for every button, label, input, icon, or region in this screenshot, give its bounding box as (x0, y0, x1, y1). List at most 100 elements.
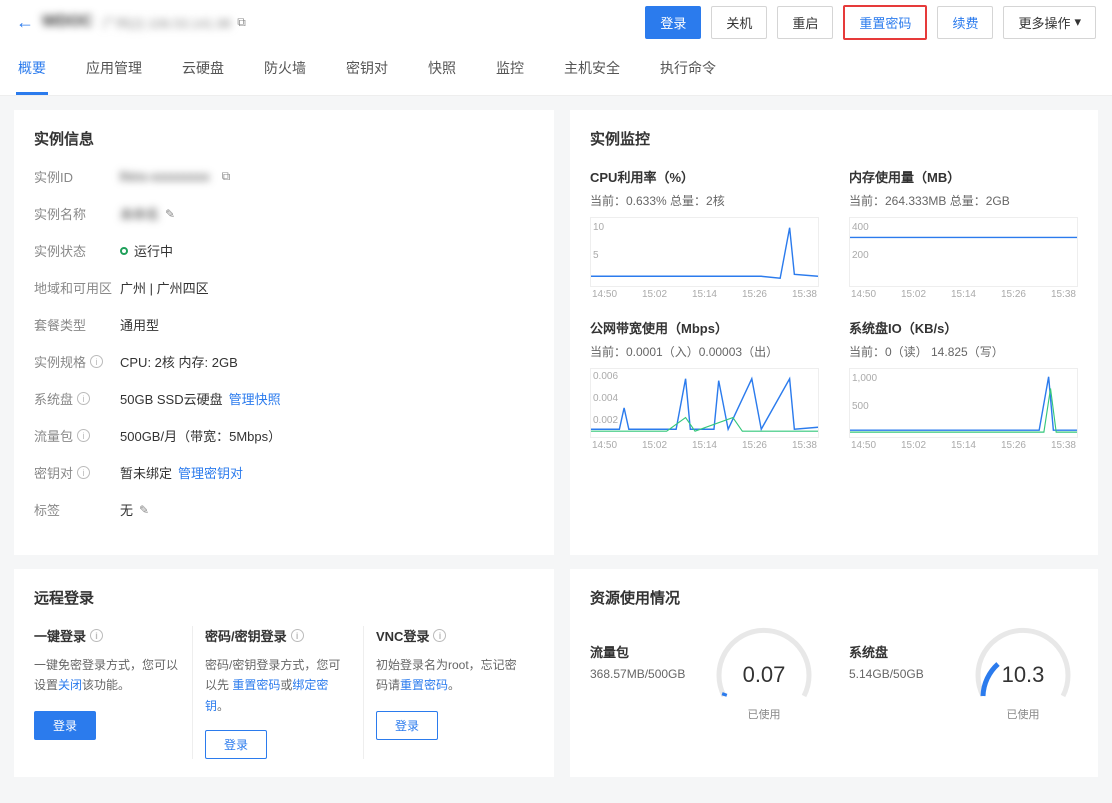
renew-button[interactable]: 续费 (937, 6, 993, 39)
disk-resource: 系统盘 5.14GB/50GB 10.3 已使用 (849, 626, 1078, 696)
label-id: 实例ID (34, 167, 120, 186)
link[interactable]: 重置密码 (400, 678, 448, 692)
disk-used-label: 已使用 (968, 706, 1078, 722)
label-key: 密钥对i (34, 463, 120, 482)
login-col-1: 密码/密钥登录 i 密码/密钥登录方式，您可以先 重置密码或绑定密钥。 登录 (205, 626, 364, 759)
login-col-title: 一键登录 i (34, 626, 180, 645)
login-col-2: VNC登录 i 初始登录名为root，忘记密码请重置密码。 登录 (376, 626, 534, 759)
value-disk: 50GB SSD云硬盘 (120, 389, 223, 408)
back-icon[interactable]: ← (16, 12, 34, 33)
tab-keypair[interactable]: 密钥对 (344, 44, 390, 95)
link[interactable]: 重置密码 (232, 678, 280, 692)
restart-button[interactable]: 重启 (777, 6, 833, 39)
value-status: 运行中 (134, 241, 173, 260)
disk-val: 5.14GB/50GB (849, 667, 954, 681)
resource-title: 资源使用情况 (590, 587, 1078, 608)
copy-icon[interactable]: ⧉ (237, 15, 246, 30)
label-spec: 实例规格i (34, 352, 120, 371)
resource-card: 资源使用情况 流量包 368.57MB/500GB 0.07 已使用 系统盘 5… (570, 569, 1098, 777)
tab-app[interactable]: 应用管理 (84, 44, 144, 95)
mem-chart: 内存使用量（MB） 当前：264.333MB 总量：2GB 400200 14:… (849, 167, 1078, 300)
flow-percent: 0.07 (709, 662, 819, 688)
cpu-label: CPU利用率（%） (590, 167, 819, 186)
login-col-btn[interactable]: 登录 (376, 711, 438, 740)
tabs-bar: 概要 应用管理 云硬盘 防火墙 密钥对 快照 监控 主机安全 执行命令 (0, 44, 1112, 96)
value-spec: CPU: 2核 内存: 2GB (120, 352, 238, 371)
login-col-btn[interactable]: 登录 (34, 711, 96, 740)
value-id: lhins-xxxxxxxxx (120, 169, 210, 184)
bw-label: 公网带宽使用（Mbps） (590, 318, 819, 337)
info-icon[interactable]: i (291, 629, 304, 642)
info-icon[interactable]: i (90, 355, 103, 368)
tab-overview[interactable]: 概要 (16, 44, 48, 95)
more-label: 更多操作 (1018, 13, 1070, 32)
cpu-sub: 当前：0.633% 总量：2核 (590, 192, 819, 209)
manage-snapshot-link[interactable]: 管理快照 (229, 389, 281, 408)
info-icon[interactable]: i (77, 466, 90, 479)
cpu-chart: CPU利用率（%） 当前：0.633% 总量：2核 105 14:5015:02… (590, 167, 819, 300)
value-flow: 500GB/月（带宽：5Mbps） (120, 426, 281, 445)
io-chart: 系统盘IO（KB/s） 当前：0（读） 14.825（写） 1,000500 1… (849, 318, 1078, 451)
remote-title: 远程登录 (34, 587, 534, 608)
login-col-0: 一键登录 i 一键免密登录方式，您可以设置关闭该功能。 登录 (34, 626, 193, 759)
login-col-desc: 初始登录名为root，忘记密码请重置密码。 (376, 655, 522, 697)
tab-monitor[interactable]: 监控 (494, 44, 526, 95)
tab-snapshot[interactable]: 快照 (426, 44, 458, 95)
label-status: 实例状态 (34, 241, 120, 260)
page-header: ← WDOC 广州(2) 106.53.141.98 ⧉ 登录 关机 重启 重置… (0, 0, 1112, 44)
disk-label: 系统盘 (849, 642, 954, 661)
more-actions-button[interactable]: 更多操作▾ (1003, 6, 1096, 39)
disk-gauge: 10.3 已使用 (968, 626, 1078, 696)
disk-percent: 10.3 (968, 662, 1078, 688)
info-icon[interactable]: i (90, 629, 103, 642)
chevron-down-icon: ▾ (1074, 14, 1081, 30)
label-tag: 标签 (34, 500, 120, 519)
shutdown-button[interactable]: 关机 (711, 6, 767, 39)
status-dot-icon (120, 247, 128, 255)
manage-key-link[interactable]: 管理密钥对 (178, 463, 243, 482)
login-col-desc: 密码/密钥登录方式，您可以先 重置密码或绑定密钥。 (205, 655, 351, 716)
login-col-desc: 一键免密登录方式，您可以设置关闭该功能。 (34, 655, 180, 697)
tab-disk[interactable]: 云硬盘 (180, 44, 226, 95)
tab-security[interactable]: 主机安全 (562, 44, 622, 95)
copy-id-icon[interactable]: ⧉ (222, 169, 231, 184)
bw-chart: 公网带宽使用（Mbps） 当前：0.0001（入）0.00003（出） 0.00… (590, 318, 819, 451)
io-label: 系统盘IO（KB/s） (849, 318, 1078, 337)
label-disk: 系统盘i (34, 389, 120, 408)
flow-gauge: 0.07 已使用 (709, 626, 819, 696)
header-actions: 登录 关机 重启 重置密码 续费 更多操作▾ (645, 5, 1096, 40)
value-region: 广州 | 广州四区 (120, 278, 209, 297)
bw-sub: 当前：0.0001（入）0.00003（出） (590, 343, 819, 360)
login-button[interactable]: 登录 (645, 6, 701, 39)
edit-name-icon[interactable]: ✎ (165, 207, 175, 221)
instance-name-header: WDOC (42, 13, 93, 31)
tab-firewall[interactable]: 防火墙 (262, 44, 308, 95)
value-key: 暂未绑定 (120, 463, 172, 482)
flow-val: 368.57MB/500GB (590, 667, 695, 681)
value-name: 未命名 (120, 204, 159, 223)
remote-login-card: 远程登录 一键登录 i 一键免密登录方式，您可以设置关闭该功能。 登录密码/密钥… (14, 569, 554, 777)
edit-tag-icon[interactable]: ✎ (139, 503, 149, 517)
label-flow: 流量包i (34, 426, 120, 445)
link[interactable]: 关闭 (58, 678, 82, 692)
login-col-title: 密码/密钥登录 i (205, 626, 351, 645)
label-type: 套餐类型 (34, 315, 120, 334)
monitor-title: 实例监控 (590, 128, 1078, 149)
instance-ip-header: 广州(2) 106.53.141.98 (103, 13, 232, 32)
login-col-title: VNC登录 i (376, 626, 522, 645)
login-col-btn[interactable]: 登录 (205, 730, 267, 759)
info-icon[interactable]: i (77, 392, 90, 405)
value-type: 通用型 (120, 315, 159, 334)
info-icon[interactable]: i (77, 429, 90, 442)
flow-label: 流量包 (590, 642, 695, 661)
instance-info-title: 实例信息 (34, 128, 534, 149)
label-name: 实例名称 (34, 204, 120, 223)
mem-sub: 当前：264.333MB 总量：2GB (849, 192, 1078, 209)
io-sub: 当前：0（读） 14.825（写） (849, 343, 1078, 360)
flow-resource: 流量包 368.57MB/500GB 0.07 已使用 (590, 626, 819, 696)
monitor-card: 实例监控 CPU利用率（%） 当前：0.633% 总量：2核 105 14:50… (570, 110, 1098, 555)
info-icon[interactable]: i (433, 629, 446, 642)
label-region: 地域和可用区 (34, 278, 120, 297)
reset-password-button[interactable]: 重置密码 (843, 5, 927, 40)
tab-exec[interactable]: 执行命令 (658, 44, 718, 95)
